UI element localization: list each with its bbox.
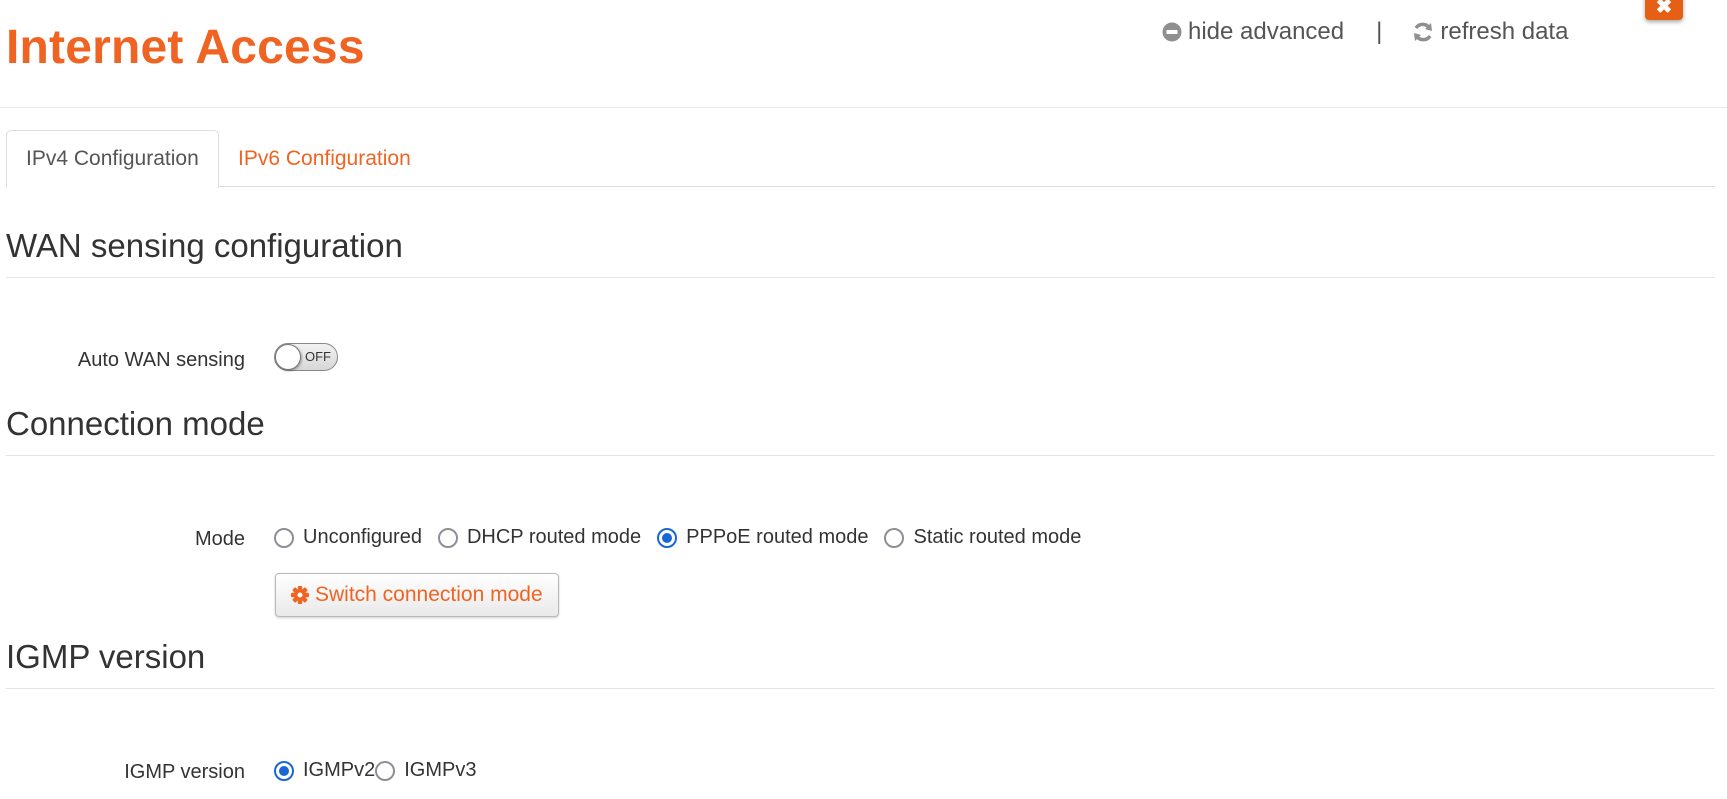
header-divider (0, 107, 1727, 108)
switch-connection-mode-label: Switch connection mode (315, 583, 543, 606)
radio-button-selected[interactable] (657, 527, 678, 548)
mode-option-pppoe-routed[interactable]: PPPoE routed mode (657, 526, 868, 549)
radio-button[interactable] (274, 527, 294, 548)
igmp-option-v3[interactable]: IGMPv3 (375, 759, 477, 782)
section-divider (6, 277, 1715, 278)
igmp-version-heading: IGMP version (6, 638, 206, 675)
minus-circle-icon (1162, 22, 1182, 42)
mode-label: Mode (194, 528, 245, 550)
radio-button-selected[interactable] (274, 760, 294, 781)
mode-option-unconfigured[interactable]: Unconfigured (274, 526, 422, 549)
igmp-version-label: IGMP version (124, 761, 245, 783)
toggle-state-text: OFF (305, 349, 331, 364)
radio-button[interactable] (375, 760, 396, 781)
option-label: DHCP routed mode (466, 526, 642, 548)
refresh-data-link[interactable]: refresh data (1412, 18, 1568, 46)
header-separator: | (1376, 18, 1383, 45)
wan-sensing-heading: WAN sensing configuration (6, 227, 403, 264)
tab-ipv4-configuration[interactable]: IPv4 Configuration (6, 130, 219, 188)
section-divider (6, 688, 1715, 689)
refresh-data-label: refresh data (1440, 18, 1569, 45)
connection-mode-heading: Connection mode (6, 405, 265, 442)
toggle-knob (275, 344, 301, 370)
hide-advanced-label: hide advanced (1188, 18, 1345, 45)
switch-connection-mode-button[interactable]: Switch connection mode (275, 573, 559, 617)
hide-advanced-link[interactable]: hide advanced (1162, 18, 1344, 46)
page-title: Internet Access (6, 21, 365, 74)
igmp-option-v2[interactable]: IGMPv2 (274, 759, 375, 782)
igmp-version-radio-group: IGMPv2 IGMPv3 (274, 759, 493, 782)
radio-button[interactable] (884, 527, 905, 548)
connection-mode-radio-group: Unconfigured DHCP routed mode PPPoE rout… (274, 526, 1097, 549)
option-label: IGMPv2 (303, 759, 376, 781)
tab-ipv6-configuration[interactable]: IPv6 Configuration (219, 130, 430, 187)
section-divider (6, 455, 1715, 456)
close-icon: ✖ (1655, 0, 1673, 18)
mode-option-static-routed[interactable]: Static routed mode (884, 526, 1081, 549)
radio-button[interactable] (437, 527, 458, 548)
option-label: IGMPv3 (404, 759, 477, 781)
refresh-icon (1412, 21, 1434, 43)
auto-wan-sensing-toggle[interactable]: OFF (274, 343, 338, 371)
close-button[interactable]: ✖ (1645, 0, 1683, 20)
option-label: Unconfigured (303, 526, 422, 548)
auto-wan-sensing-label: Auto WAN sensing (77, 349, 245, 371)
option-label: Static routed mode (913, 526, 1082, 548)
config-tabs: IPv4 Configuration IPv6 Configuration (6, 130, 1715, 188)
header-actions: hide advanced | refresh data (1162, 18, 1568, 46)
mode-option-dhcp-routed[interactable]: DHCP routed mode (437, 526, 642, 549)
option-label: PPPoE routed mode (686, 526, 869, 548)
gear-icon (291, 586, 309, 604)
